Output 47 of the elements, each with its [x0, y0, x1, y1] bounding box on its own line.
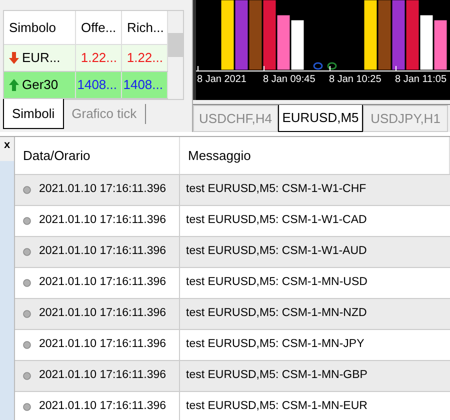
log-message: test EURUSD,M5: CSM-1-W1-CHF	[186, 182, 366, 198]
status-dot-icon	[23, 310, 31, 318]
column-header[interactable]: Simbolo	[4, 11, 76, 44]
close-button[interactable]: x	[0, 137, 14, 153]
column-header[interactable]: Messaggio	[180, 137, 450, 174]
chart-tab[interactable]: EURUSD,M5	[278, 105, 363, 132]
log-message: test EURUSD,M5: CSM-1-MN-EUR	[186, 399, 368, 414]
log-message: test EURUSD,M5: CSM-1-W1-AUD	[186, 244, 367, 260]
axis-label: 8 Jan 11:05	[394, 73, 448, 87]
bar	[276, 14, 290, 70]
log-time: 2021.01.10 17:16:11.396	[39, 399, 166, 414]
status-dot-icon	[23, 217, 31, 225]
log-message: test EURUSD,M5: CSM-1-MN-USD	[186, 275, 368, 290]
log-time: 2021.01.10 17:16:11.396	[39, 182, 166, 198]
symbol-text: Ger30	[22, 76, 58, 94]
log-time: 2021.01.10 17:16:11.396	[39, 275, 166, 290]
log-message: test EURUSD,M5: CSM-1-MN-GBP	[186, 368, 368, 384]
bar	[290, 20, 304, 70]
log-time: 2021.01.10 17:16:11.396	[39, 306, 166, 322]
column-header[interactable]: Offe...	[76, 11, 122, 44]
up-arrow-icon	[9, 79, 19, 91]
symbol-text: EUR...	[22, 49, 60, 68]
log-time: 2021.01.10 17:16:11.396	[39, 337, 166, 352]
log-time: 2021.01.10 17:16:11.396	[39, 213, 166, 228]
log-message: test EURUSD,M5: CSM-1-W1-CAD	[186, 213, 367, 228]
tab[interactable]: Simboli	[3, 99, 64, 129]
status-dot-icon	[23, 279, 31, 287]
status-dot-icon	[23, 248, 31, 256]
log-message: test EURUSD,M5: CSM-1-MN-JPY	[186, 337, 364, 352]
log-time: 2021.01.10 17:16:11.396	[39, 244, 166, 260]
bar	[434, 20, 448, 70]
circle-marker	[327, 62, 337, 70]
down-arrow-icon	[9, 52, 19, 64]
log-time: 2021.01.10 17:16:11.396	[39, 368, 166, 384]
price-cell: 1.22...	[76, 45, 122, 71]
bar	[420, 14, 434, 70]
status-dot-icon	[23, 372, 31, 380]
status-dot-icon	[23, 403, 31, 411]
price-cell: 1408...	[76, 72, 122, 98]
status-dot-icon	[23, 341, 31, 349]
status-dot-icon	[23, 186, 31, 194]
circle-marker	[313, 62, 323, 70]
column-header[interactable]: Data/Orario	[15, 137, 180, 174]
axis-label: 8 Jan 09:45	[262, 73, 316, 87]
axis-label: 8 Jan 10:25	[328, 73, 382, 87]
axis-label: 8 Jan 2021	[196, 73, 248, 87]
log-message: test EURUSD,M5: CSM-1-MN-NZD	[186, 306, 367, 322]
